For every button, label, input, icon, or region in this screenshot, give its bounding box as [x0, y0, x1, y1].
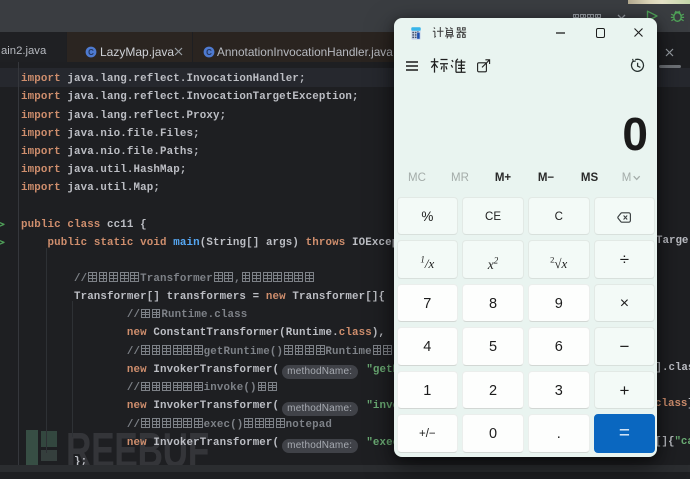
svg-text:C: C: [88, 48, 94, 57]
svg-text:C: C: [206, 48, 212, 57]
